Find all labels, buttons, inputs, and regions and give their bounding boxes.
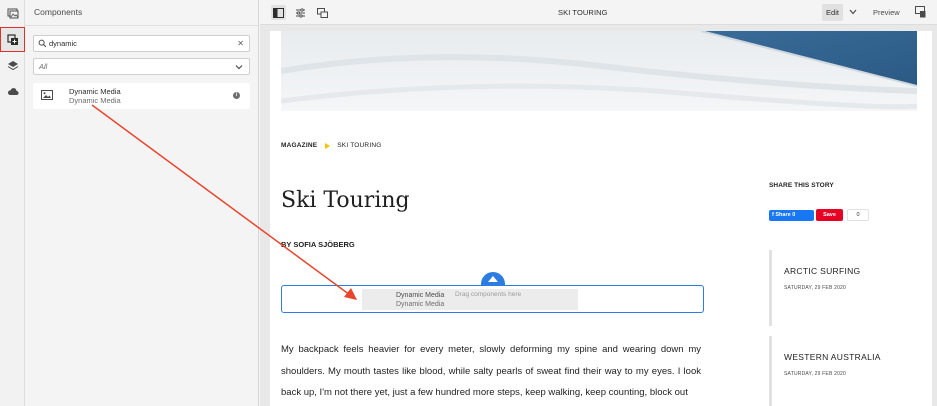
clear-search-icon[interactable]: ✕ [237,39,244,48]
editor-toolbar: SKI TOURING Edit Preview [260,0,937,25]
cloud-tab[interactable] [0,79,25,104]
related-article-date: SATURDAY, 29 FEB 2020 [784,285,847,291]
pinterest-count: 0 [847,209,869,221]
breadcrumb: MAGAZINE SKI TOURING [281,142,381,149]
page-properties-icon [296,7,305,18]
preview-button[interactable]: Preview [873,8,900,17]
annotations-icon [317,7,328,18]
search-input[interactable]: dynamic [49,39,237,48]
article-title: Ski Touring [281,188,410,213]
chevron-down-icon[interactable] [849,9,857,15]
pinterest-save-button[interactable]: Save [816,209,843,221]
components-icon [6,33,18,45]
facebook-share-label: Share 0 [775,212,796,218]
pinterest-save-label: Save [823,212,836,218]
component-name: Dynamic Media [69,87,121,96]
related-article-title[interactable]: WESTERN AUSTRALIA [784,352,881,362]
ghost-component-group: Dynamic Media [396,301,445,308]
page-content: MAGAZINE SKI TOURING Ski Touring BY SOFI… [270,31,932,406]
layers-icon [7,60,18,70]
info-icon[interactable]: i [233,92,240,99]
hero-image [281,31,917,111]
components-tab[interactable] [0,27,25,52]
related-article-date: SATURDAY, 29 FEB 2020 [784,371,847,377]
dropzone-hint: Drag components here [455,291,522,298]
emulator-icon[interactable] [915,6,926,18]
component-dropzone[interactable]: Dynamic Media Dynamic Media Drag compone… [281,285,704,313]
facebook-icon: f [772,212,774,218]
breadcrumb-current: SKI TOURING [337,142,382,149]
side-panel-icon [273,7,284,18]
page-canvas: MAGAZINE SKI TOURING Ski Touring BY SOFI… [260,25,937,406]
page-title: SKI TOURING [558,8,608,17]
search-icon [38,39,47,48]
annotations-button[interactable] [315,5,330,20]
component-group-select[interactable]: All [33,58,250,75]
group-filter-value: All [39,62,48,71]
share-title: SHARE THIS STORY [769,182,834,189]
page-properties-button[interactable] [293,5,308,20]
cloud-icon [7,87,18,95]
toggle-side-panel-button[interactable] [271,5,286,20]
component-search-field[interactable]: dynamic ✕ [33,35,250,52]
image-icon [41,90,53,100]
article-byline: BY SOFIA SJÖBERG [281,240,355,249]
assets-icon [7,8,18,18]
breadcrumb-link[interactable]: MAGAZINE [281,142,317,149]
ghost-component-name: Dynamic Media [396,292,445,299]
breadcrumb-arrow-icon [325,142,331,149]
divider [25,25,258,26]
side-rail [0,0,25,406]
assets-tab[interactable] [0,0,25,25]
component-list-item[interactable]: Dynamic Media Dynamic Media i [33,83,250,109]
related-article-card[interactable]: ARCTIC SURFING SATURDAY, 29 FEB 2020 [769,250,919,326]
edit-mode-button[interactable]: Edit [822,4,843,21]
aem-page-editor: Components dynamic ✕ All Dynamic Media D… [0,0,937,406]
article-body: My backpack feels heavier for every mete… [281,344,701,398]
facebook-share-button[interactable]: f Share 0 [769,210,814,221]
related-article-card[interactable]: WESTERN AUSTRALIA SATURDAY, 29 FEB 2020 [769,336,919,406]
insert-handle[interactable] [481,272,505,285]
component-group: Dynamic Media [69,96,121,105]
components-panel: Components dynamic ✕ All Dynamic Media D… [25,0,259,406]
related-article-title[interactable]: ARCTIC SURFING [784,266,860,276]
panel-title: Components [34,7,83,17]
arrow-up-icon [488,276,498,282]
content-tree-tab[interactable] [0,53,25,78]
chevron-down-icon [235,64,243,69]
